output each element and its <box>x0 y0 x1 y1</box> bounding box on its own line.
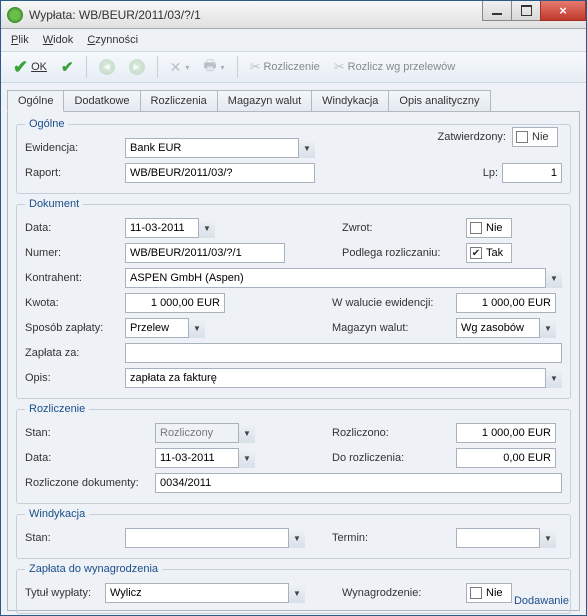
wwalucie-label: W walucie ewidencji: <box>332 297 452 309</box>
ewidencja-select[interactable] <box>125 138 315 158</box>
legend-zaplata: Zapłata do wynagrodzenia <box>25 563 162 575</box>
stan-label: Stan: <box>25 427 155 439</box>
lp-label: Lp: <box>483 167 498 179</box>
legend-windykacja: Windykacja <box>25 508 89 520</box>
menu-plik[interactable]: Plik <box>11 34 29 46</box>
menu-czynnosci[interactable]: Czynności <box>87 34 138 46</box>
zaplata-za-label: Zapłata za: <box>25 347 125 359</box>
termin-label: Termin: <box>332 532 452 544</box>
wstan-select[interactable] <box>125 528 305 548</box>
wstan-label: Stan: <box>25 532 125 544</box>
group-ogolne: Ogólne Zatwierdzony: Nie Ewidencja: ▼ Ra… <box>16 118 571 194</box>
ok-button[interactable]: ✔OK <box>9 55 51 80</box>
podlega-check[interactable]: Tak <box>466 243 512 263</box>
group-dokument: Dokument Data: ▼ Zwrot: Nie Numer: Podle… <box>16 198 571 399</box>
rozliczono-input[interactable] <box>456 423 556 443</box>
main-panel: Ogólne Zatwierdzony: Nie Ewidencja: ▼ Ra… <box>7 111 580 611</box>
tab-opis[interactable]: Opis analityczny <box>388 90 490 112</box>
wwalucie-input[interactable] <box>456 293 556 313</box>
rdok-label: Rozliczone dokumenty: <box>25 477 155 489</box>
tab-ogolne[interactable]: Ogólne <box>7 90 64 112</box>
close-button[interactable]: × <box>540 1 586 21</box>
opis-label: Opis: <box>25 372 125 384</box>
tab-dodatkowe[interactable]: Dodatkowe <box>63 90 140 112</box>
zwrot-check[interactable]: Nie <box>466 218 512 238</box>
kwota-label: Kwota: <box>25 297 125 309</box>
tab-windykacja[interactable]: Windykacja <box>311 90 389 112</box>
termin-input[interactable] <box>456 528 556 548</box>
wyn-label: Wynagrodzenie: <box>342 587 462 599</box>
status-footer: Dodawanie <box>514 595 569 607</box>
group-rozliczenie: Rozliczenie Stan: ▼ Rozliczono: Data: ▼ … <box>16 403 571 504</box>
app-icon <box>7 7 23 23</box>
nav-back-button[interactable]: ◄ <box>95 57 119 77</box>
print-button[interactable]: 🖶▾ <box>199 53 228 81</box>
rozliczono-label: Rozliczono: <box>332 427 452 439</box>
wyn-check[interactable]: Nie <box>466 583 512 603</box>
magwalut-label: Magazyn walut: <box>332 322 452 334</box>
rozlicz-wg-button[interactable]: ✂Rozlicz wg przelewów <box>330 57 460 77</box>
opis-select[interactable] <box>125 368 562 388</box>
do-input[interactable] <box>456 448 556 468</box>
legend-ogolne: Ogólne <box>25 118 68 130</box>
raport-label: Raport: <box>25 167 125 179</box>
tab-rozliczenia[interactable]: Rozliczenia <box>140 90 218 112</box>
zatwierdzony-label: Zatwierdzony: <box>438 131 506 143</box>
tab-magazyn[interactable]: Magazyn walut <box>217 90 312 112</box>
numer-label: Numer: <box>25 247 125 259</box>
zwrot-label: Zwrot: <box>342 222 462 234</box>
legend-rozliczenie: Rozliczenie <box>25 403 89 415</box>
lp-input[interactable] <box>502 163 562 183</box>
tytul-label: Tytuł wypłaty: <box>25 587 105 599</box>
magwalut-select[interactable] <box>456 318 556 338</box>
tabs: Ogólne Dodatkowe Rozliczenia Magazyn wal… <box>7 89 580 111</box>
podlega-label: Podlega rozliczaniu: <box>342 247 462 259</box>
ewidencja-label: Ewidencja: <box>25 142 125 154</box>
rdok-input[interactable] <box>155 473 562 493</box>
menubar: Plik Widok Czynności <box>1 29 586 51</box>
kontrahent-label: Kontrahent: <box>25 272 125 284</box>
window: Wypłata: WB/BEUR/2011/03/?/1 × Plik Wido… <box>0 0 587 616</box>
legend-dokument: Dokument <box>25 198 83 210</box>
minimize-button[interactable] <box>482 1 512 21</box>
zatwierdzony-check[interactable]: Nie <box>512 127 558 147</box>
apply-button[interactable]: ✔ <box>57 56 78 78</box>
stan-select <box>155 423 255 443</box>
menu-widok[interactable]: Widok <box>43 34 74 46</box>
numer-input[interactable] <box>125 243 285 263</box>
titlebar[interactable]: Wypłata: WB/BEUR/2011/03/?/1 × <box>1 1 586 29</box>
toolbar: ✔OK ✔ ◄ ► ✕▾ 🖶▾ ✂Rozliczenie ✂Rozlicz wg… <box>1 51 586 83</box>
tools-button[interactable]: ✕▾ <box>166 57 194 78</box>
rozliczenie-button[interactable]: ✂Rozliczenie <box>246 57 324 77</box>
kontrahent-select[interactable] <box>125 268 562 288</box>
do-label: Do rozliczenia: <box>332 452 452 464</box>
raport-input[interactable] <box>125 163 315 183</box>
tytul-select[interactable] <box>105 583 305 603</box>
data-input[interactable] <box>125 218 215 238</box>
data-label: Data: <box>25 222 125 234</box>
group-windykacja: Windykacja Stan: ▼ Termin: ▼ <box>16 508 571 559</box>
group-zaplata: Zapłata do wynagrodzenia Tytuł wypłaty: … <box>16 563 571 614</box>
rdata-input[interactable] <box>155 448 255 468</box>
sposob-select[interactable] <box>125 318 205 338</box>
maximize-button[interactable] <box>511 1 541 21</box>
kwota-input[interactable] <box>125 293 225 313</box>
rdata-label: Data: <box>25 452 155 464</box>
sposob-label: Sposób zapłaty: <box>25 322 125 334</box>
nav-fwd-button[interactable]: ► <box>125 57 149 77</box>
zaplata-za-input[interactable] <box>125 343 562 363</box>
